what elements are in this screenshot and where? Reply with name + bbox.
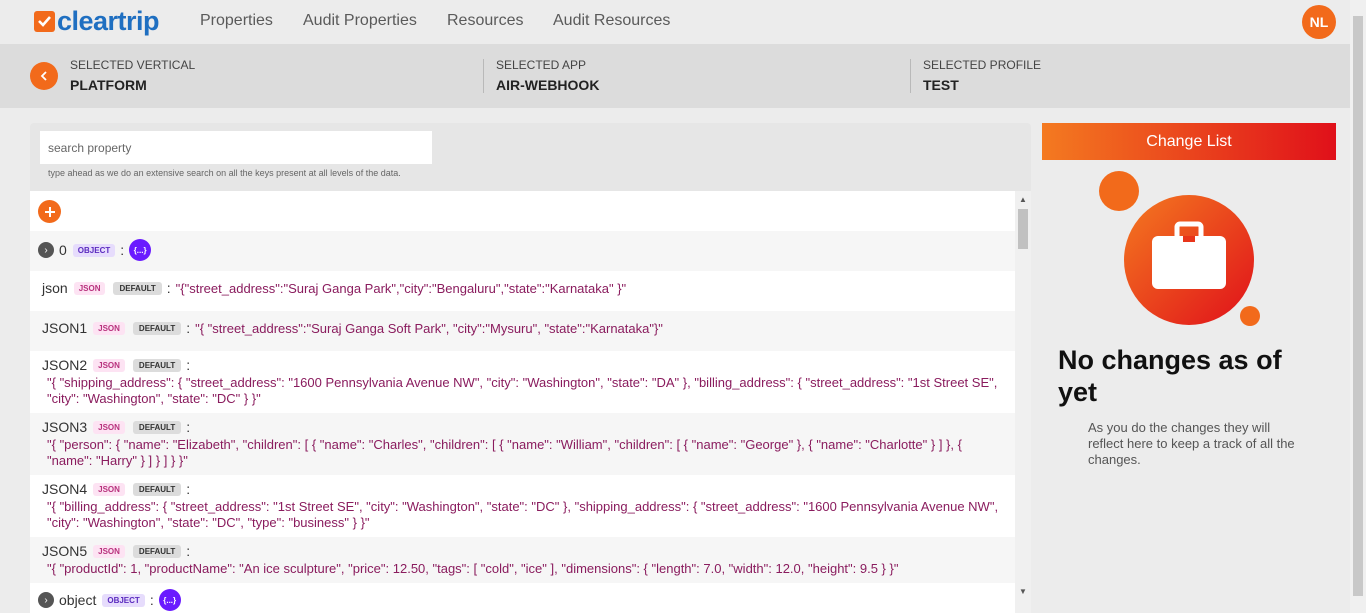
property-value[interactable]: "{ "productId": 1, "productName": "An ic…: [47, 561, 1007, 577]
property-value[interactable]: "{ "billing_address": { "street_address"…: [47, 499, 1007, 531]
property-key: JSON5: [42, 543, 88, 559]
object-expand-pill[interactable]: {...}: [158, 589, 181, 611]
selected-vertical-label: SELECTED VERTICAL: [70, 58, 196, 72]
briefcase-icon: [1099, 171, 1260, 326]
selected-vertical-value: PLATFORM: [70, 77, 147, 93]
selected-profile: SELECTED PROFILE TEST: [923, 58, 1041, 93]
selected-profile-label: SELECTED PROFILE: [923, 58, 1042, 72]
default-badge: DEFAULT: [132, 358, 182, 372]
nav-resources[interactable]: Resources: [447, 12, 523, 30]
selected-profile-value: TEST: [923, 77, 959, 93]
property-key: JSON1: [42, 320, 88, 336]
type-badge: JSON: [73, 281, 106, 295]
property-row[interactable]: JSON2 JSON DEFAULT : "{ "shipping_addres…: [30, 351, 1015, 413]
type-badge: OBJECT: [102, 593, 145, 607]
type-badge: JSON: [93, 544, 125, 558]
property-row[interactable]: JSON5 JSON DEFAULT : "{ "productId": 1, …: [30, 537, 1015, 583]
empty-state-title: No changes as of yet: [1058, 345, 1282, 407]
cleartrip-logo[interactable]: cleartrip: [34, 6, 160, 36]
default-badge: DEFAULT: [132, 482, 182, 496]
chevron-right-icon[interactable]: ›: [38, 592, 54, 608]
property-row[interactable]: JSON3 JSON DEFAULT : "{ "person": { "nam…: [30, 413, 1015, 475]
property-key: object: [59, 592, 97, 608]
property-value[interactable]: "{"street_address":"Suraj Ganga Park","c…: [176, 281, 627, 296]
property-value[interactable]: "{ "shipping_address": { "street_address…: [47, 375, 1007, 407]
selected-app: SELECTED APP AIR-WEBHOOK: [496, 58, 599, 93]
list-scroll-thumb[interactable]: [1018, 209, 1028, 249]
top-nav: cleartrip Properties Audit Properties Re…: [0, 0, 1350, 44]
selected-app-value: AIR-WEBHOOK: [496, 77, 600, 93]
selected-app-label: SELECTED APP: [496, 58, 587, 72]
add-property-button[interactable]: [38, 200, 61, 223]
scroll-down-icon[interactable]: ▼: [1019, 587, 1027, 596]
page-scroll-thumb[interactable]: [1353, 16, 1363, 596]
default-badge: DEFAULT: [132, 420, 182, 434]
brand-name: cleartrip: [57, 6, 160, 36]
property-key: JSON2: [42, 357, 88, 373]
type-badge: JSON: [93, 358, 125, 372]
property-list: › 0 OBJECT : {...} json JSON DEFAULT : "…: [30, 191, 1015, 613]
nav-properties[interactable]: Properties: [200, 12, 273, 30]
check-icon: [34, 11, 55, 32]
object-expand-pill[interactable]: {...}: [129, 239, 152, 261]
default-badge: DEFAULT: [132, 321, 182, 335]
property-row[interactable]: json JSON DEFAULT : "{"street_address":"…: [30, 271, 1015, 311]
empty-state-description: As you do the changes they will reflect …: [1088, 420, 1295, 467]
search-hint: type ahead as we do an extensive search …: [48, 168, 401, 178]
properties-panel: type ahead as we do an extensive search …: [30, 123, 1031, 613]
selection-bar: SELECTED VERTICAL PLATFORM SELECTED APP …: [0, 44, 1350, 108]
property-row[interactable]: › 0 OBJECT : {...}: [30, 231, 1015, 271]
divider: [483, 59, 484, 93]
property-row[interactable]: JSON1 JSON DEFAULT : "{ "street_address"…: [30, 311, 1015, 351]
change-list-header: Change List: [1042, 123, 1336, 160]
property-key: JSON4: [42, 481, 88, 497]
chevron-left-icon: [40, 71, 47, 81]
default-badge: DEFAULT: [132, 544, 182, 558]
list-scrollbar[interactable]: ▲ ▼: [1015, 191, 1031, 613]
search-input[interactable]: [40, 131, 432, 164]
chevron-right-icon[interactable]: ›: [38, 242, 54, 258]
property-value[interactable]: "{ "street_address":"Suraj Ganga Soft Pa…: [195, 321, 663, 336]
property-row[interactable]: › object OBJECT : {...}: [30, 583, 1015, 613]
type-badge: JSON: [93, 321, 125, 335]
scroll-up-icon[interactable]: ▲: [1019, 195, 1027, 204]
default-badge: DEFAULT: [113, 281, 162, 295]
property-value[interactable]: "{ "person": { "name": "Elizabeth", "chi…: [47, 437, 1007, 469]
property-key: json: [42, 280, 68, 296]
back-button[interactable]: [30, 62, 58, 90]
selected-vertical: SELECTED VERTICAL PLATFORM: [70, 58, 195, 93]
plus-icon: [44, 206, 55, 217]
nav-audit-resources[interactable]: Audit Resources: [553, 12, 670, 30]
type-badge: OBJECT: [72, 243, 116, 257]
property-key: JSON3: [42, 419, 88, 435]
property-key: 0: [59, 242, 67, 258]
nav-audit-properties[interactable]: Audit Properties: [303, 12, 417, 30]
type-badge: JSON: [93, 482, 125, 496]
type-badge: JSON: [93, 420, 125, 434]
user-avatar[interactable]: NL: [1302, 5, 1336, 39]
change-list-panel: Change List No changes as of yet As you …: [1042, 123, 1336, 613]
page-scrollbar[interactable]: [1350, 0, 1366, 613]
property-row[interactable]: JSON4 JSON DEFAULT : "{ "billing_address…: [30, 475, 1015, 537]
divider: [910, 59, 911, 93]
